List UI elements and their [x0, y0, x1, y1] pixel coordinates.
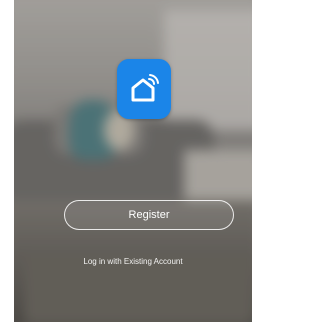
register-button[interactable]: Register [64, 200, 234, 230]
welcome-screen: Register Log in with Existing Account [14, 0, 252, 322]
register-button-label: Register [128, 209, 170, 221]
background-overlay [14, 0, 252, 322]
smart-home-icon [117, 59, 171, 119]
login-existing-account-link[interactable]: Log in with Existing Account [14, 257, 252, 266]
